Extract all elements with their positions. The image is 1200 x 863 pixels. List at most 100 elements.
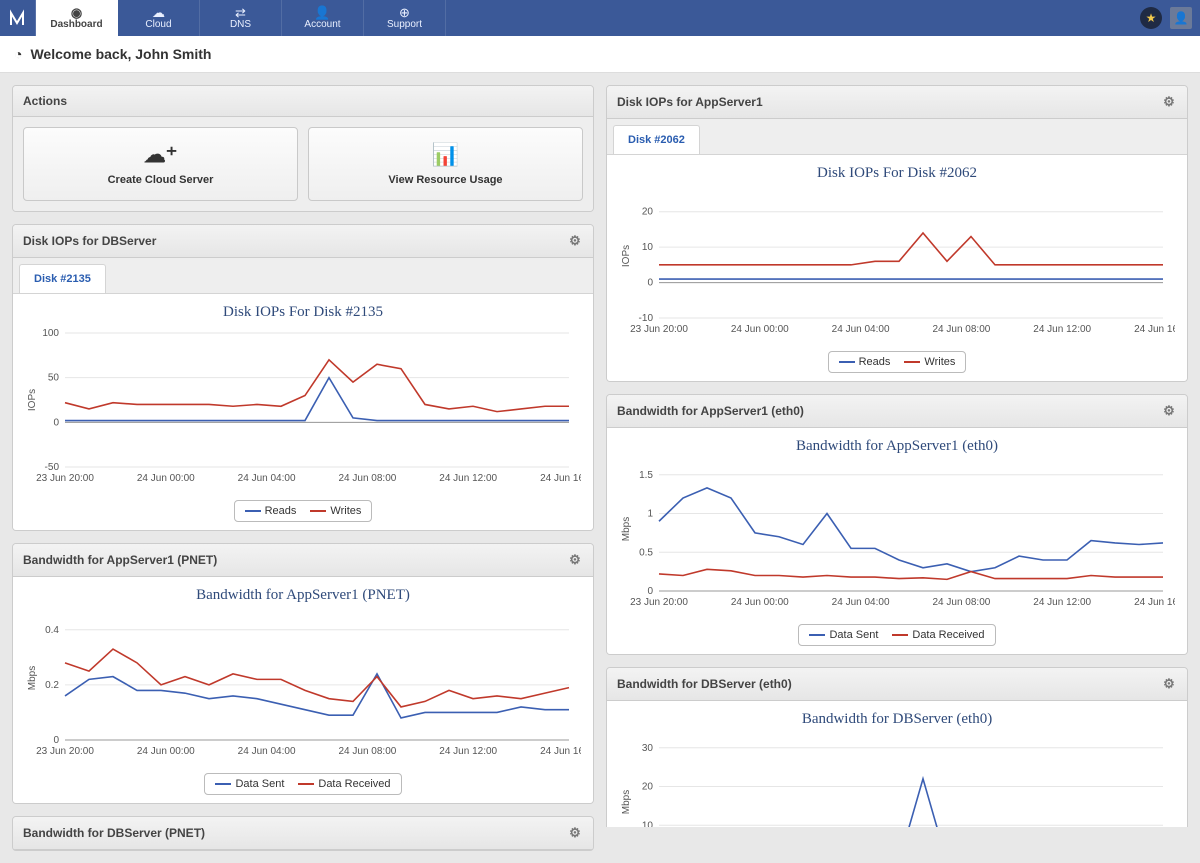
svg-text:0: 0 [647,278,653,289]
svg-text:0.2: 0.2 [45,680,59,691]
panel-header: Actions [13,86,593,117]
gear-icon[interactable]: ⚙ [1161,94,1177,110]
svg-text:24 Jun 12:00: 24 Jun 12:00 [1033,597,1091,608]
svg-text:24 Jun 08:00: 24 Jun 08:00 [932,324,990,335]
svg-text:24 Jun 00:00: 24 Jun 00:00 [731,324,789,335]
svg-text:IOPs: IOPs [27,389,38,411]
chart-title: Bandwidth for DBServer (eth0) [615,711,1179,728]
panel-dbserver-iops: Disk IOPs for DBServer ⚙ Disk #2135 Disk… [12,224,594,531]
chart-host: Bandwidth for AppServer1 (PNET) 00.20.42… [13,577,593,803]
svg-text:24 Jun 16:00: 24 Jun 16:00 [540,473,581,484]
user-avatar[interactable]: 👤 [1170,7,1192,29]
panel-title: Disk IOPs for AppServer1 [617,95,763,109]
svg-text:0: 0 [53,417,59,428]
panel-header: Bandwidth for DBServer (eth0) ⚙ [607,668,1187,701]
svg-text:24 Jun 08:00: 24 Jun 08:00 [338,473,396,484]
welcome-bar: ◔ Welcome back, John Smith [0,36,1200,73]
svg-text:30: 30 [642,743,654,754]
gear-icon[interactable]: ⚙ [1161,403,1177,419]
dns-icon: ⇄ [235,6,246,19]
legend-item: Writes [310,505,361,517]
legend: Data SentData Received [615,624,1179,646]
subtabs: Disk #2062 [607,119,1187,155]
panel-header: Disk IOPs for AppServer1 ⚙ [607,86,1187,119]
action-label: View Resource Usage [388,174,502,186]
nav-tab-cloud[interactable]: ☁Cloud [118,0,200,36]
chart-title: Bandwidth for AppServer1 (eth0) [615,438,1179,455]
nav-tab-dashboard[interactable]: ◉Dashboard [36,0,118,36]
svg-text:0: 0 [647,586,653,597]
legend-item: Data Sent [215,778,284,790]
svg-text:24 Jun 12:00: 24 Jun 12:00 [1033,324,1091,335]
svg-text:1.5: 1.5 [639,470,653,481]
legend-item: Writes [904,356,955,368]
chart-svg: 00.20.423 Jun 20:0024 Jun 00:0024 Jun 04… [21,612,581,762]
panel-title: Bandwidth for DBServer (eth0) [617,677,792,691]
subtab-disk #2062[interactable]: Disk #2062 [613,125,700,154]
panel-actions: Actions ☁⁺ Create Cloud Server 📊 View Re… [12,85,594,212]
legend: ReadsWrites [21,500,585,522]
action-label: Create Cloud Server [108,174,214,186]
svg-text:50: 50 [48,373,60,384]
chart-title: Disk IOPs For Disk #2062 [615,165,1179,182]
svg-text:20: 20 [642,782,654,793]
svg-text:23 Jun 20:00: 23 Jun 20:00 [36,473,94,484]
legend: Data Sent Data Received [21,773,585,795]
chart-svg: -100102023 Jun 20:0024 Jun 00:0024 Jun 0… [615,190,1175,340]
action-create cloud server[interactable]: ☁⁺ Create Cloud Server [23,127,298,201]
welcome-text: Welcome back, John Smith [30,46,211,62]
cloud-icon: ☁ [152,6,165,19]
chart-title: Bandwidth for AppServer1 (PNET) [21,587,585,604]
action-icon: ☁⁺ [144,142,178,168]
welcome-icon: ◔ [14,46,22,62]
svg-text:-50: -50 [45,462,60,473]
subtab-disk #2135[interactable]: Disk #2135 [19,264,106,293]
svg-text:100: 100 [42,329,59,339]
action-icon: 📊 [432,142,459,168]
legend: Reads Writes [615,351,1179,373]
legend-item: Reads [839,356,891,368]
nav-tab-support[interactable]: ⊕Support [364,0,446,36]
panel-header: Bandwidth for AppServer1 (PNET) ⚙ [13,544,593,577]
chart-host: Bandwidth for AppServer1 (eth0) 0 0.5 1 1.5… [607,428,1187,654]
svg-text:0.5: 0.5 [639,547,653,558]
favorites-icon[interactable]: ★ [1140,7,1162,29]
brand-logo[interactable] [0,0,36,36]
topbar: ◉Dashboard☁Cloud⇄DNS👤Account⊕Support ★ 👤 [0,0,1200,36]
dashboard-icon: ◉ [71,6,82,19]
gear-icon[interactable]: ⚙ [567,233,583,249]
panel-header: Bandwidth for AppServer1 (eth0) ⚙ [607,395,1187,428]
gear-icon[interactable]: ⚙ [567,825,583,841]
svg-text:Mbps: Mbps [621,790,632,814]
chart-svg: -5005010023 Jun 20:0024 Jun 00:0024 Jun … [21,329,581,489]
svg-text:24 Jun 00:00: 24 Jun 00:00 [137,746,195,757]
legend-item: Data Received [298,778,390,790]
panel-header: Bandwidth for DBServer (PNET) ⚙ [13,817,593,850]
svg-text:IOPs: IOPs [621,245,632,267]
nav-tabs: ◉Dashboard☁Cloud⇄DNS👤Account⊕Support [36,0,446,36]
panel-title: Bandwidth for AppServer1 (PNET) [23,553,217,567]
svg-text:23 Jun 20:00: 23 Jun 20:00 [36,746,94,757]
svg-text:1: 1 [647,509,653,520]
svg-text:20: 20 [642,207,654,218]
svg-text:24 Jun 16:00: 24 Jun 16:00 [1134,597,1175,608]
panel-title: Actions [23,94,67,108]
svg-text:24 Jun 08:00: 24 Jun 08:00 [932,597,990,608]
nav-tab-account[interactable]: 👤Account [282,0,364,36]
action-view resource usage[interactable]: 📊 View Resource Usage [308,127,583,201]
svg-text:23 Jun 20:00: 23 Jun 20:00 [630,324,688,335]
panel-dbserver-bw-eth0: Bandwidth for DBServer (eth0) ⚙ Bandwidt… [606,667,1188,827]
nav-tab-dns[interactable]: ⇄DNS [200,0,282,36]
gear-icon[interactable]: ⚙ [567,552,583,568]
chart-host: Disk IOPs For Disk #2062 -100102023 Jun … [607,155,1187,381]
gear-icon[interactable]: ⚙ [1161,676,1177,692]
support-icon: ⊕ [399,6,410,19]
svg-text:24 Jun 04:00: 24 Jun 04:00 [238,473,296,484]
svg-text:-10: -10 [639,313,654,324]
svg-text:24 Jun 04:00: 24 Jun 04:00 [238,746,296,757]
svg-text:24 Jun 08:00: 24 Jun 08:00 [338,746,396,757]
svg-text:23 Jun 20:00: 23 Jun 20:00 [630,597,688,608]
chart-host: Disk IOPs For Disk #2135 -5005010023 Jun… [13,294,593,530]
panel-appserver1-bw-eth0: Bandwidth for AppServer1 (eth0) ⚙ Bandwi… [606,394,1188,655]
svg-text:24 Jun 04:00: 24 Jun 04:00 [832,597,890,608]
